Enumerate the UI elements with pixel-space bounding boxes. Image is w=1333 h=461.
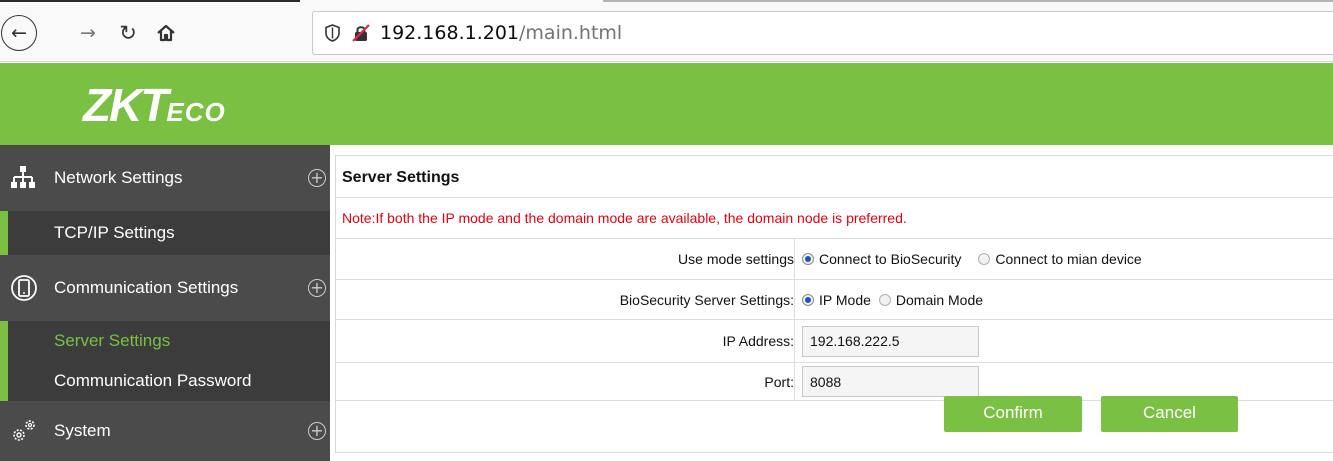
use-mode-options: Connect to BioSecurity Connect to mian d… xyxy=(802,239,1159,279)
sidebar-section-label: Communication Settings xyxy=(54,278,239,297)
ip-address-value xyxy=(802,320,979,362)
network-icon xyxy=(10,165,38,193)
sidebar-section-communication-settings[interactable]: Communication Settings + xyxy=(0,255,330,321)
url-text[interactable]: 192.168.1.201/main.html xyxy=(380,21,622,45)
row-divider xyxy=(794,363,795,400)
row-divider xyxy=(794,320,795,362)
browser-toolbar: ← → ↻ 192.168.1.201/main.html xyxy=(0,0,1333,62)
confirm-button[interactable]: Confirm xyxy=(944,396,1082,432)
use-mode-row: Use mode settings Connect to BioSecurity… xyxy=(336,239,1333,280)
connect-biosecurity-label[interactable]: Connect to BioSecurity xyxy=(819,251,961,267)
sidebar-item-communication-password[interactable]: Communication Password xyxy=(0,361,330,401)
connect-biosecurity-radio[interactable] xyxy=(802,253,814,265)
biosecurity-server-label: BioSecurity Server Settings: xyxy=(619,292,794,308)
ip-address-label: IP Address: xyxy=(722,333,794,349)
expand-plus-icon[interactable]: + xyxy=(308,169,326,187)
biosecurity-server-row: BioSecurity Server Settings: IP Mode Dom… xyxy=(336,280,1333,320)
connect-main-device-label[interactable]: Connect to mian device xyxy=(995,251,1141,267)
active-indicator-bar xyxy=(0,321,8,361)
sidebar-section-label: Network Settings xyxy=(54,168,183,187)
port-label: Port: xyxy=(764,374,794,390)
logo-big-text: ZKT xyxy=(83,79,168,131)
sidebar-item-tcpip-settings[interactable]: TCP/IP Settings xyxy=(0,211,330,255)
domain-mode-label[interactable]: Domain Mode xyxy=(896,292,983,308)
active-indicator-bar xyxy=(0,361,8,401)
expand-plus-icon[interactable]: + xyxy=(308,279,326,297)
sidebar-section-network-settings[interactable]: Network Settings + xyxy=(0,145,330,211)
server-mode-options: IP Mode Domain Mode xyxy=(802,280,1000,319)
use-mode-label: Use mode settings xyxy=(678,251,794,267)
ip-address-row: IP Address: xyxy=(336,320,1333,363)
tab-strip-divider xyxy=(603,0,1333,2)
sidebar-item-label: Server Settings xyxy=(54,331,171,350)
port-input[interactable] xyxy=(802,366,979,397)
home-icon[interactable] xyxy=(151,15,181,51)
back-arrow-icon[interactable]: ← xyxy=(1,15,37,51)
domain-preference-note: Note:If both the IP mode and the domain … xyxy=(336,198,1333,239)
gears-icon xyxy=(10,417,38,445)
tracking-protection-shield-icon[interactable] xyxy=(325,24,340,42)
sidebar-item-label: TCP/IP Settings xyxy=(54,223,175,242)
communication-icon xyxy=(10,274,38,302)
port-value xyxy=(802,363,979,400)
ip-mode-label[interactable]: IP Mode xyxy=(819,292,871,308)
sidebar: Network Settings + TCP/IP Settings Commu… xyxy=(0,145,330,461)
ip-address-input[interactable] xyxy=(802,325,979,357)
domain-mode-radio[interactable] xyxy=(878,293,891,306)
row-divider xyxy=(794,280,795,319)
logo-small-text: ECO xyxy=(166,97,226,127)
connect-main-device-radio[interactable] xyxy=(978,253,991,265)
ip-mode-radio[interactable] xyxy=(802,293,814,306)
url-host: 192.168.1.201 xyxy=(380,22,520,44)
sidebar-item-label: Communication Password xyxy=(54,371,252,390)
expand-plus-icon[interactable]: + xyxy=(308,422,326,440)
tab-strip-indicator xyxy=(0,0,300,2)
sidebar-section-system[interactable]: System + xyxy=(0,401,330,461)
app-header: ZKTECO xyxy=(0,63,1333,145)
sidebar-item-server-settings[interactable]: Server Settings xyxy=(0,321,330,361)
page-title: Server Settings xyxy=(336,156,1333,198)
reload-icon[interactable]: ↻ xyxy=(113,15,143,51)
main-content: Server Settings Note:If both the IP mode… xyxy=(330,145,1333,461)
cancel-button[interactable]: Cancel xyxy=(1101,396,1238,432)
zkteco-logo: ZKTECO xyxy=(83,78,226,132)
active-indicator-bar xyxy=(0,211,8,255)
insecure-lock-icon[interactable] xyxy=(352,24,370,42)
url-path: /main.html xyxy=(519,22,623,44)
row-divider xyxy=(794,239,795,279)
sidebar-section-label: System xyxy=(54,421,111,440)
forward-arrow-icon[interactable]: → xyxy=(73,15,103,51)
